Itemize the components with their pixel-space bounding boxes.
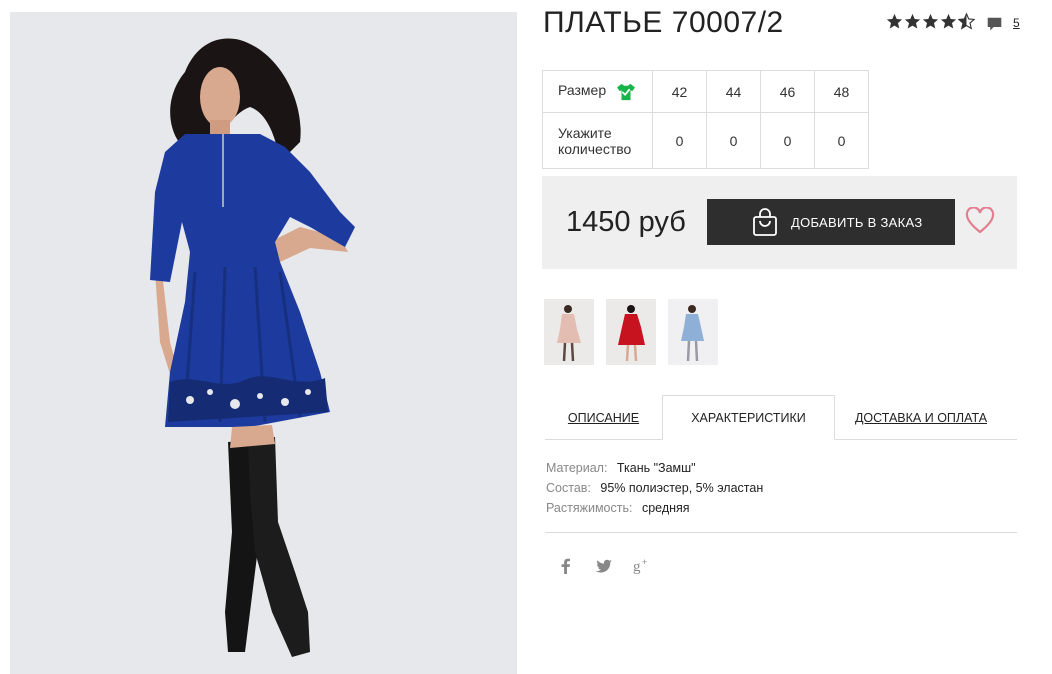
svg-text:+: + <box>642 557 647 567</box>
size-row: Размер 42 44 46 48 <box>542 70 869 113</box>
product-rating[interactable] <box>886 13 975 30</box>
facebook-icon[interactable] <box>557 557 575 575</box>
characteristic-row: Материал: Ткань "Замш" <box>546 458 763 478</box>
characteristic-value: Ткань "Замш" <box>616 461 696 475</box>
characteristics-list: Материал: Ткань "Замш" Состав: 95% полиэ… <box>546 458 763 518</box>
thumbnail-red[interactable] <box>606 299 656 365</box>
size-cell: 44 <box>706 70 761 113</box>
characteristic-value: средняя <box>641 501 690 515</box>
tab-characteristics[interactable]: ХАРАКТЕРИСТИКИ <box>662 395 835 440</box>
quantity-row: Укажите количество 0 0 0 0 <box>542 112 869 169</box>
characteristic-key: Состав: <box>546 481 591 495</box>
product-tabs: ОПИСАНИЕ ХАРАКТЕРИСТИКИ ДОСТАВКА И ОПЛАТ… <box>545 395 1017 440</box>
size-label-cell: Размер <box>542 70 653 113</box>
quantity-input[interactable]: 0 <box>652 112 707 169</box>
characteristic-row: Состав: 95% полиэстер, 5% эластан <box>546 478 763 498</box>
tab-delivery-label: ДОСТАВКА И ОПЛАТА <box>854 410 988 425</box>
quantity-input[interactable]: 0 <box>814 112 869 169</box>
google-plus-icon[interactable]: g + <box>633 557 651 575</box>
tab-characteristics-label: ХАРАКТЕРИСТИКИ <box>691 410 806 425</box>
tab-delivery[interactable]: ДОСТАВКА И ОПЛАТА <box>835 395 1007 440</box>
thumbnail-blue[interactable] <box>668 299 718 365</box>
size-cell: 46 <box>760 70 815 113</box>
characteristic-value: 95% полиэстер, 5% эластан <box>600 481 764 495</box>
price: 1450 руб <box>566 206 686 238</box>
characteristic-key: Материал: <box>546 461 608 475</box>
comments-count[interactable]: 5 <box>1013 16 1020 30</box>
heart-icon[interactable] <box>965 207 995 235</box>
add-to-order-label: ДОБАВИТЬ В ЗАКАЗ <box>791 214 923 230</box>
quantity-input[interactable]: 0 <box>760 112 815 169</box>
size-cell: 42 <box>652 70 707 113</box>
color-thumbnails <box>544 299 718 365</box>
size-table: Размер 42 44 46 48 Укажите количество 0 … <box>542 70 869 169</box>
shirt-check-icon[interactable] <box>616 83 636 101</box>
shopping-bag-icon <box>753 208 777 236</box>
product-title: ПЛАТЬЕ 70007/2 <box>543 6 784 39</box>
size-cell: 48 <box>814 70 869 113</box>
quantity-label-cell: Укажите количество <box>542 112 653 169</box>
social-share: g + <box>557 557 651 575</box>
thumbnail-pink[interactable] <box>544 299 594 365</box>
main-product-photo[interactable] <box>10 12 517 674</box>
price-box: 1450 руб ДОБАВИТЬ В ЗАКАЗ <box>542 176 1017 269</box>
star-icon[interactable] <box>886 13 903 30</box>
quantity-input[interactable]: 0 <box>706 112 761 169</box>
comment-icon <box>987 17 1002 31</box>
tab-description[interactable]: ОПИСАНИЕ <box>545 395 662 440</box>
tab-description-label: ОПИСАНИЕ <box>567 410 640 425</box>
characteristic-row: Растяжимость: средняя <box>546 498 763 518</box>
svg-text:g: g <box>633 559 641 575</box>
star-half-icon[interactable] <box>958 13 975 30</box>
twitter-icon[interactable] <box>595 557 613 575</box>
star-icon[interactable] <box>940 13 957 30</box>
size-label: Размер <box>558 82 607 99</box>
star-icon[interactable] <box>904 13 921 30</box>
quantity-label: Укажите количество <box>558 124 632 157</box>
star-icon[interactable] <box>922 13 939 30</box>
comments-link[interactable]: 5 <box>986 16 1020 33</box>
add-to-order-button[interactable]: ДОБАВИТЬ В ЗАКАЗ <box>707 199 955 245</box>
divider <box>545 532 1017 533</box>
characteristic-key: Растяжимость: <box>546 501 633 515</box>
